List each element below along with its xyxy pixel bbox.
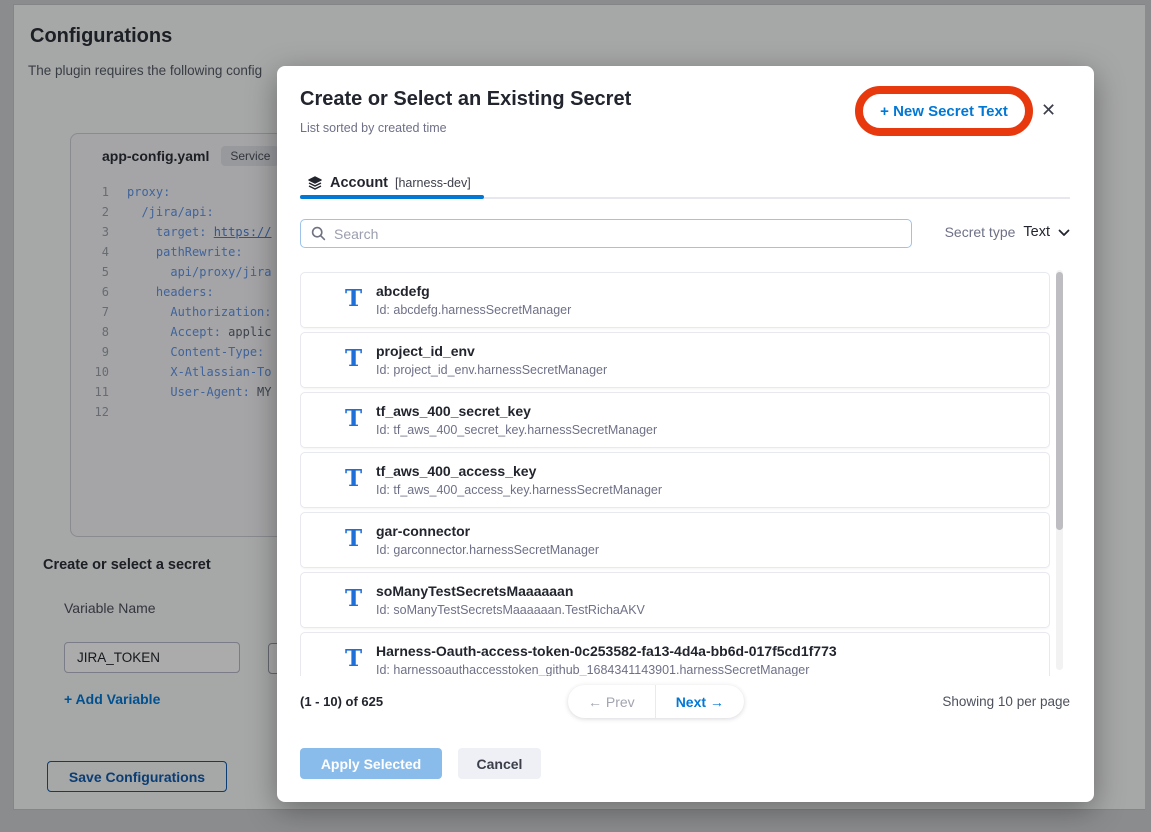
tab-account-scope: [harness-dev] xyxy=(395,176,471,190)
secret-name: soManyTestSecretsMaaaaaan xyxy=(376,583,573,599)
search-field[interactable] xyxy=(300,219,912,248)
tab-active-indicator xyxy=(300,195,484,199)
secret-list-item[interactable]: T tf_aws_400_secret_key Id: tf_aws_400_s… xyxy=(300,392,1050,448)
layers-icon xyxy=(307,175,323,191)
secret-name: tf_aws_400_access_key xyxy=(376,463,536,479)
secret-type-label: Secret type xyxy=(945,224,1016,240)
list-scrollbar-thumb[interactable] xyxy=(1056,272,1063,530)
pagination-controls: ← Prev Next → xyxy=(568,685,744,718)
secret-name: abcdefg xyxy=(376,283,430,299)
secret-type-filter[interactable]: Secret type Text xyxy=(925,224,1070,240)
chevron-down-icon xyxy=(1058,229,1070,237)
list-scrollbar[interactable] xyxy=(1056,270,1063,670)
secret-type-value: Text xyxy=(1023,224,1050,240)
secret-list-item[interactable]: T gar-connector Id: garconnector.harness… xyxy=(300,512,1050,568)
per-page-indicator: Showing 10 per page xyxy=(942,694,1070,709)
search-icon xyxy=(311,226,326,241)
secret-id: Id: project_id_env.harnessSecretManager xyxy=(376,363,607,377)
secret-name: project_id_env xyxy=(376,343,475,359)
secret-list: T abcdefg Id: abcdefg.harnessSecretManag… xyxy=(300,268,1050,676)
secret-name: gar-connector xyxy=(376,523,470,539)
next-page-button[interactable]: Next → xyxy=(656,694,744,710)
secret-id: Id: soManyTestSecretsMaaaaaan.TestRichaA… xyxy=(376,603,645,617)
cancel-button[interactable]: Cancel xyxy=(458,748,541,779)
modal-title: Create or Select an Existing Secret xyxy=(300,88,631,111)
apply-selected-button[interactable]: Apply Selected xyxy=(300,748,442,779)
secret-list-item[interactable]: T abcdefg Id: abcdefg.harnessSecretManag… xyxy=(300,272,1050,328)
search-input[interactable] xyxy=(334,226,911,242)
secret-id: Id: tf_aws_400_access_key.harnessSecretM… xyxy=(376,483,662,497)
secret-name: Harness-Oauth-access-token-0c253582-fa13… xyxy=(376,643,837,659)
text-secret-icon: T xyxy=(345,646,362,672)
screen: Configurations The plugin requires the f… xyxy=(0,0,1151,832)
secret-id: Id: harnessoauthaccesstoken_github_16843… xyxy=(376,663,809,676)
text-secret-icon: T xyxy=(345,346,362,372)
text-secret-icon: T xyxy=(345,526,362,552)
secret-list-item[interactable]: T tf_aws_400_access_key Id: tf_aws_400_a… xyxy=(300,452,1050,508)
text-secret-icon: T xyxy=(345,466,362,492)
prev-page-button[interactable]: ← Prev xyxy=(568,694,655,710)
text-secret-icon: T xyxy=(345,406,362,432)
text-secret-icon: T xyxy=(345,286,362,312)
tab-account-label: Account xyxy=(330,175,388,191)
secret-id: Id: tf_aws_400_secret_key.harnessSecretM… xyxy=(376,423,657,437)
secret-list-item[interactable]: T soManyTestSecretsMaaaaaan Id: soManyTe… xyxy=(300,572,1050,628)
pagination-range: (1 - 10) of 625 xyxy=(300,694,383,709)
secret-list-item[interactable]: T project_id_env Id: project_id_env.harn… xyxy=(300,332,1050,388)
secret-name: tf_aws_400_secret_key xyxy=(376,403,531,419)
modal-subtitle: List sorted by created time xyxy=(300,121,447,135)
scope-tabbar: Account [harness-dev] xyxy=(300,166,1070,199)
secret-picker-modal: Create or Select an Existing Secret List… xyxy=(277,66,1094,802)
close-icon[interactable]: ✕ xyxy=(1041,101,1056,119)
new-secret-text-button[interactable]: + New Secret Text xyxy=(869,99,1019,124)
secret-list-item[interactable]: T Harness-Oauth-access-token-0c253582-fa… xyxy=(300,632,1050,676)
secret-id: Id: garconnector.harnessSecretManager xyxy=(376,543,599,557)
secret-id: Id: abcdefg.harnessSecretManager xyxy=(376,303,571,317)
text-secret-icon: T xyxy=(345,586,362,612)
